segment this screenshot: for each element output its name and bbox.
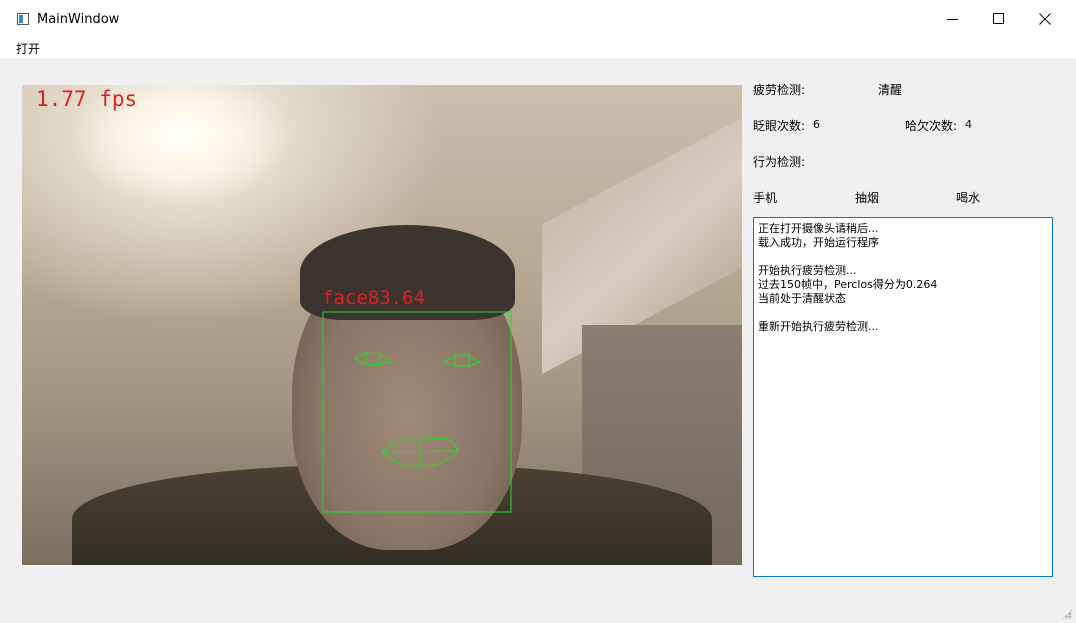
- behavior-smoking: 抽烟: [855, 191, 880, 205]
- minimize-button[interactable]: [930, 0, 976, 38]
- face-bounding-box: [322, 311, 512, 513]
- face-confidence-label: face83.64: [322, 287, 425, 309]
- blink-count-label: 眨眼次数:: [753, 119, 806, 133]
- camera-view: 1.77 fps face83.64: [22, 85, 742, 565]
- log-textbox[interactable]: 正在打开摄像头请稍后... 载入成功，开始运行程序 开始执行疲劳检测... 过去…: [753, 217, 1053, 577]
- fps-readout: 1.77 fps: [36, 87, 138, 111]
- minimize-icon: [947, 19, 958, 20]
- window-title: MainWindow: [37, 12, 120, 27]
- blink-count-value: 6: [813, 118, 820, 131]
- right-eye-outline: [443, 354, 482, 367]
- close-button[interactable]: [1022, 0, 1068, 38]
- menu-open[interactable]: 打开: [16, 40, 40, 57]
- behavior-phone: 手机: [753, 191, 778, 205]
- menu-bar: 打开: [0, 38, 1076, 58]
- fatigue-label: 疲劳检测:: [753, 83, 806, 97]
- behavior-label: 行为检测:: [753, 155, 806, 169]
- title-bar: MainWindow: [0, 0, 1076, 38]
- left-eye-outline: [352, 352, 393, 366]
- close-icon: [1039, 13, 1051, 25]
- maximize-icon: [993, 13, 1004, 24]
- yawn-count-value: 4: [965, 118, 972, 131]
- maximize-button[interactable]: [976, 0, 1022, 38]
- behavior-drinking: 喝水: [956, 191, 981, 205]
- resize-grip[interactable]: [1062, 609, 1072, 619]
- yawn-count-label: 哈欠次数:: [905, 119, 958, 133]
- fatigue-status: 清醒: [878, 83, 903, 97]
- app-icon: [17, 13, 29, 25]
- landmark-overlay: [322, 311, 512, 513]
